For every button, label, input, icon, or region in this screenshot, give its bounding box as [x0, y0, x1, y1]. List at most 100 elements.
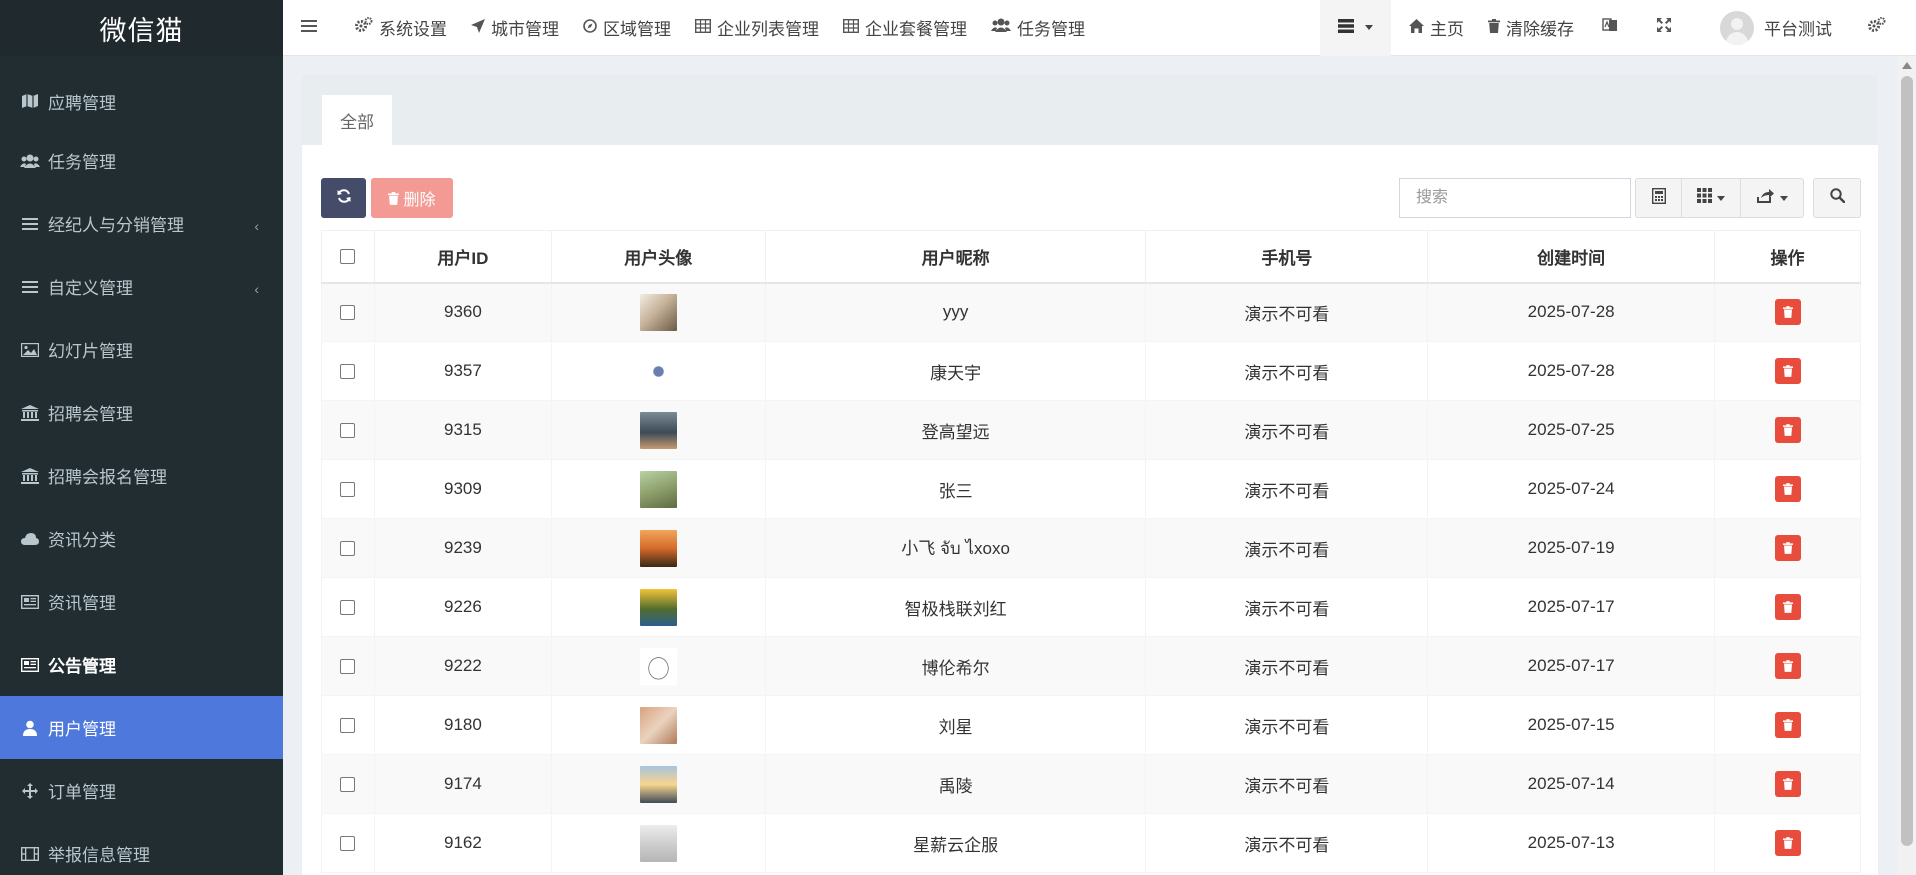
sidebar-item-slides[interactable]: 幻灯片管理 [0, 318, 283, 381]
page-scrollbar[interactable] [1898, 56, 1916, 875]
row-checkbox[interactable] [340, 423, 356, 439]
scrollbar-thumb[interactable] [1901, 76, 1913, 846]
table-row[interactable]: 9180 刘星 演示不可看 2025-07-15 [321, 695, 1861, 755]
user-avatar-image[interactable] [639, 647, 677, 685]
nav-company-packages[interactable]: 企业套餐管理 [831, 0, 979, 56]
fullscreen-button[interactable] [1640, 0, 1694, 56]
sidebar-item-custom[interactable]: 自定义管理 ‹ [0, 255, 283, 318]
export-dropdown-button[interactable] [1740, 178, 1804, 218]
row-delete-button[interactable] [1774, 712, 1801, 738]
row-delete-button[interactable] [1774, 653, 1801, 679]
user-avatar-image[interactable] [639, 824, 677, 862]
sidebar-item-orders[interactable]: 订单管理 [0, 759, 283, 822]
refresh-button[interactable] [321, 178, 366, 218]
sidebar-item-reports[interactable]: 举报信息管理 [0, 822, 283, 875]
translate-button[interactable] [1586, 0, 1640, 56]
nav-task-management[interactable]: 任务管理 [979, 0, 1097, 56]
column-header[interactable]: 用户ID [373, 230, 552, 284]
row-checkbox[interactable] [340, 659, 356, 675]
sidebar-toggle-button[interactable] [283, 0, 343, 56]
sidebar-item-job-fair[interactable]: 招聘会管理 [0, 381, 283, 444]
row-delete-button[interactable] [1774, 594, 1801, 620]
column-header[interactable]: 用户昵称 [764, 230, 1147, 284]
row-delete-button[interactable] [1774, 535, 1801, 561]
table-row[interactable]: 9239 小飞 จับ ไxoxo 演示不可看 2025-07-19 [321, 518, 1861, 578]
newspaper-icon [20, 592, 40, 612]
newspaper-icon [20, 655, 40, 675]
settings-button[interactable] [1850, 0, 1916, 56]
cloud-icon [20, 529, 40, 549]
toggle-card-view-button[interactable] [1635, 178, 1682, 218]
user-id-cell: 9309 [373, 459, 552, 519]
sidebar-item-job-fair-signup[interactable]: 招聘会报名管理 [0, 444, 283, 507]
sidebar-item-agent-distribution[interactable]: 经纪人与分销管理 ‹ [0, 192, 283, 255]
row-delete-button[interactable] [1774, 830, 1801, 856]
user-avatar-image[interactable] [639, 352, 677, 390]
row-select-cell [321, 754, 375, 814]
row-delete-button[interactable] [1774, 417, 1801, 443]
user-avatar-image[interactable] [639, 411, 677, 449]
user-avatar-image[interactable] [639, 706, 677, 744]
sidebar-item-recruitment[interactable]: 应聘管理 [0, 73, 283, 129]
select-all-checkbox[interactable] [340, 249, 356, 265]
tab-all[interactable]: 全部 [322, 95, 392, 145]
grid-icon [1697, 188, 1712, 208]
nav-more-dropdown[interactable] [1320, 0, 1391, 56]
sidebar-item-users[interactable]: 用户管理 [0, 696, 283, 759]
user-avatar-image[interactable] [639, 529, 677, 567]
row-checkbox[interactable] [340, 718, 356, 734]
row-delete-button[interactable] [1774, 771, 1801, 797]
app-logo[interactable]: 微信猫 [0, 0, 283, 56]
column-header[interactable]: 用户头像 [550, 230, 766, 284]
user-avatar-image[interactable] [639, 293, 677, 331]
nav-clear-cache[interactable]: 清除缓存 [1476, 0, 1586, 56]
nav-area-management[interactable]: 区域管理 [571, 0, 683, 56]
nav-home[interactable]: 主页 [1391, 0, 1476, 56]
table-row[interactable]: 9309 张三 演示不可看 2025-07-24 [321, 459, 1861, 519]
nav-city-management[interactable]: 城市管理 [459, 0, 571, 56]
table-row[interactable]: 9222 博伦希尔 演示不可看 2025-07-17 [321, 636, 1861, 696]
table-row[interactable]: 9357 康天宇 演示不可看 2025-07-28 [321, 341, 1861, 401]
column-header[interactable]: 手机号 [1145, 230, 1429, 284]
nav-system-settings[interactable]: 系统设置 [343, 0, 459, 56]
table-row[interactable]: 9360 yyy 演示不可看 2025-07-28 [321, 282, 1861, 342]
sidebar-item-tasks[interactable]: 任务管理 [0, 129, 283, 192]
scroll-up-arrow-icon[interactable] [1902, 62, 1912, 69]
row-checkbox[interactable] [340, 364, 356, 380]
row-checkbox[interactable] [340, 541, 356, 557]
row-checkbox[interactable] [340, 777, 356, 793]
trash-icon [1782, 719, 1793, 731]
sidebar-item-news-category[interactable]: 资讯分类 [0, 507, 283, 570]
row-checkbox[interactable] [340, 305, 356, 321]
nav-company-list[interactable]: 企业列表管理 [683, 0, 831, 56]
row-checkbox[interactable] [340, 482, 356, 498]
table-row[interactable]: 9315 登高望远 演示不可看 2025-07-25 [321, 400, 1861, 460]
search-input[interactable] [1399, 178, 1631, 218]
created-time-cell: 2025-07-19 [1427, 518, 1716, 578]
avatar-cell [550, 813, 766, 873]
table-row[interactable]: 9174 禹陵 演示不可看 2025-07-14 [321, 754, 1861, 814]
row-delete-button[interactable] [1774, 476, 1801, 502]
user-avatar-image[interactable] [639, 470, 677, 508]
main-panel: 全部 删除 搜索 用户ID 用户头像 用户昵称 手机号 创建时间 操作 9360… [302, 75, 1878, 875]
user-id-cell: 9315 [373, 400, 552, 460]
user-menu[interactable]: 平台测试 [1694, 0, 1850, 56]
delete-button[interactable]: 删除 [371, 178, 453, 218]
sidebar-item-news[interactable]: 资讯管理 [0, 570, 283, 633]
sidebar-item-label: 经纪人与分销管理 [48, 216, 184, 235]
search-button[interactable] [1813, 178, 1861, 218]
row-checkbox[interactable] [340, 600, 356, 616]
translate-icon [1602, 17, 1624, 38]
table-toolbar: 删除 [321, 178, 1861, 218]
columns-dropdown-button[interactable] [1681, 178, 1741, 218]
row-delete-button[interactable] [1774, 299, 1801, 326]
table-row[interactable]: 9162 星薪云企服 演示不可看 2025-07-13 [321, 813, 1861, 873]
avatar-cell [550, 341, 766, 401]
sidebar-item-announcements[interactable]: 公告管理 [0, 633, 283, 696]
user-avatar-image[interactable] [639, 765, 677, 803]
user-avatar-image[interactable] [639, 588, 677, 626]
row-delete-button[interactable] [1774, 358, 1801, 384]
table-row[interactable]: 9226 智极栈联刘红 演示不可看 2025-07-17 [321, 577, 1861, 637]
row-checkbox[interactable] [340, 836, 356, 852]
column-header[interactable]: 创建时间 [1427, 230, 1716, 284]
